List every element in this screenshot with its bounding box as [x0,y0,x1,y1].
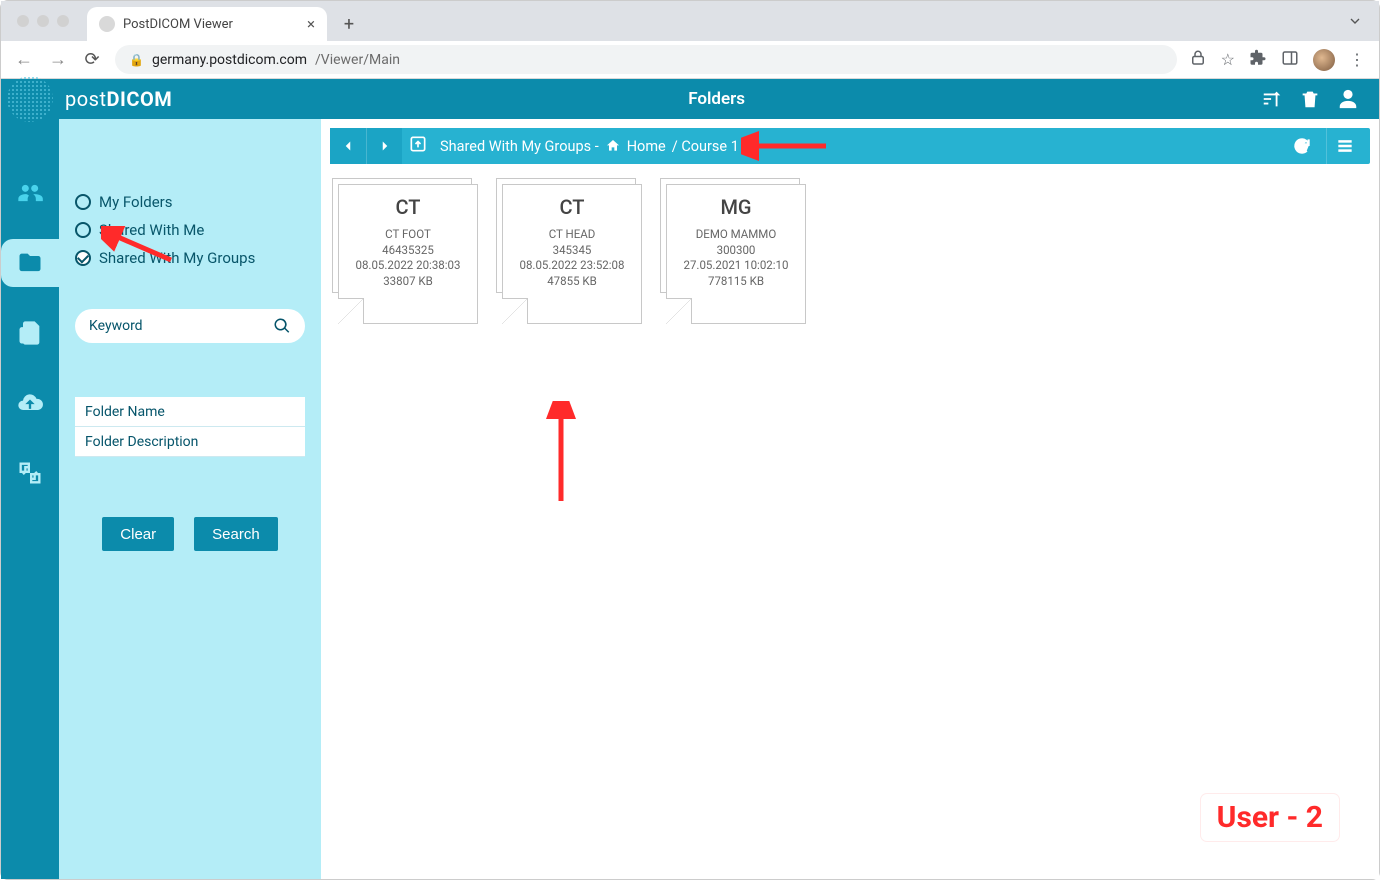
card-size: 33807 KB [345,274,471,290]
crumb-forward-icon[interactable] [366,128,402,164]
rail-compare[interactable] [1,449,59,497]
nav-forward-icon[interactable]: → [47,49,69,70]
keyword-placeholder: Keyword [89,318,143,334]
main-content: Shared With My Groups - Home / Course 1 … [321,119,1379,879]
header-actions [1261,88,1379,110]
refresh-icon[interactable] [1284,128,1320,164]
annotation-user-label: User - 2 [1201,794,1339,841]
nav-reload-icon[interactable]: ⟳ [81,49,103,70]
brand-pre: post [65,87,107,111]
folder-desc-input[interactable]: Folder Description [75,427,305,457]
card-name: CT HEAD [509,227,635,243]
kebab-menu-icon[interactable]: ⋮ [1349,50,1367,69]
rail-documents[interactable] [1,309,59,357]
url-domain: germany.postdicom.com [152,52,307,68]
radio-shared-with-my-groups[interactable]: Shared With My Groups [75,249,305,267]
card-date: 08.05.2022 23:52:08 [509,258,635,274]
side-panel-icon[interactable] [1281,49,1299,71]
browser-tab[interactable]: PostDICOM Viewer × [87,7,327,41]
lock-icon: 🔒 [129,53,144,67]
card-date: 08.05.2022 20:38:03 [345,258,471,274]
crumb-home: Home [627,138,666,155]
breadcrumb-bar: Shared With My Groups - Home / Course 1 [330,128,1370,164]
tabs-dropdown-icon[interactable] [1347,13,1363,33]
page-title: Folders [172,89,1261,109]
folder-name-input[interactable]: Folder Name [75,397,305,427]
study-card[interactable]: CT CT HEAD 345345 08.05.2022 23:52:08 47… [502,184,642,330]
search-icon[interactable] [273,317,291,335]
browser-chrome: PostDICOM Viewer × + ← → ⟳ 🔒 germany.pos… [1,1,1379,79]
card-id: 345345 [509,243,635,259]
radio-my-folders[interactable]: My Folders [75,193,305,211]
browser-action-icons: ☆ ⋮ [1189,49,1367,71]
card-modality: MG [673,195,799,219]
new-tab-button[interactable]: + [335,10,363,38]
card-date: 27.05.2021 10:02:10 [673,258,799,274]
favicon-icon [99,16,115,32]
card-id: 300300 [673,243,799,259]
nav-rail [1,119,59,879]
share-icon[interactable] [1189,49,1207,71]
url-path: /Viewer/Main [315,52,400,68]
brand-text: postDICOM [65,87,172,111]
app-header: postDICOM Folders [1,79,1379,119]
crumb-back-icon[interactable] [330,128,366,164]
study-cards: CT CT FOOT 46435325 08.05.2022 20:38:03 … [330,164,1370,350]
radio-label: My Folders [99,193,173,211]
clear-button[interactable]: Clear [102,517,174,551]
card-modality: CT [345,195,471,219]
address-bar: ← → ⟳ 🔒 germany.postdicom.com/Viewer/Mai… [1,41,1379,79]
radio-label: Shared With Me [99,221,204,239]
input-placeholder: Folder Name [85,404,165,420]
nav-back-icon[interactable]: ← [13,49,35,70]
crumb-prefix: Shared With My Groups - [440,138,599,155]
user-icon[interactable] [1337,88,1359,110]
study-card[interactable]: MG DEMO MAMMO 300300 27.05.2021 10:02:10… [666,184,806,330]
card-size: 47855 KB [509,274,635,290]
rail-groups[interactable] [1,169,59,217]
view-options-icon[interactable] [1326,128,1362,164]
keyword-search[interactable]: Keyword [75,309,305,343]
crumb-path: / Course 1 [672,138,739,155]
side-panel-buttons: Clear Search [75,517,305,551]
window-traffic-lights [17,15,69,27]
app-body: My Folders Shared With Me Shared With My… [1,119,1379,879]
sort-icon[interactable] [1261,88,1283,110]
radio-icon [75,194,91,210]
card-name: DEMO MAMMO [673,227,799,243]
card-id: 46435325 [345,243,471,259]
radio-checked-icon [75,250,91,266]
tab-title: PostDICOM Viewer [123,17,233,32]
card-modality: CT [509,195,635,219]
radio-label: Shared With My Groups [99,249,255,267]
url-field[interactable]: 🔒 germany.postdicom.com/Viewer/Main [115,45,1177,74]
profile-avatar-icon[interactable] [1313,49,1335,71]
card-size: 778115 KB [673,274,799,290]
rail-folders[interactable] [1,239,59,287]
brand-post: DICOM [107,87,173,111]
radio-shared-with-me[interactable]: Shared With Me [75,221,305,239]
trash-icon[interactable] [1299,88,1321,110]
study-card[interactable]: CT CT FOOT 46435325 08.05.2022 20:38:03 … [338,184,478,330]
home-icon [605,138,621,154]
breadcrumb-text[interactable]: Shared With My Groups - Home / Course 1 [440,138,739,155]
app-root: postDICOM Folders [1,79,1379,879]
side-panel: My Folders Shared With Me Shared With My… [59,119,321,879]
extensions-icon[interactable] [1249,49,1267,71]
brand-logo-icon [1,79,59,119]
close-tab-icon[interactable]: × [307,15,315,33]
folder-scope-radios: My Folders Shared With Me Shared With My… [75,193,305,267]
card-name: CT FOOT [345,227,471,243]
input-placeholder: Folder Description [85,434,198,450]
crumb-upload-icon[interactable] [408,134,428,158]
rail-upload[interactable] [1,379,59,427]
tab-strip: PostDICOM Viewer × + [1,1,1379,41]
search-button[interactable]: Search [194,517,278,551]
bookmark-star-icon[interactable]: ☆ [1221,50,1235,69]
radio-icon [75,222,91,238]
